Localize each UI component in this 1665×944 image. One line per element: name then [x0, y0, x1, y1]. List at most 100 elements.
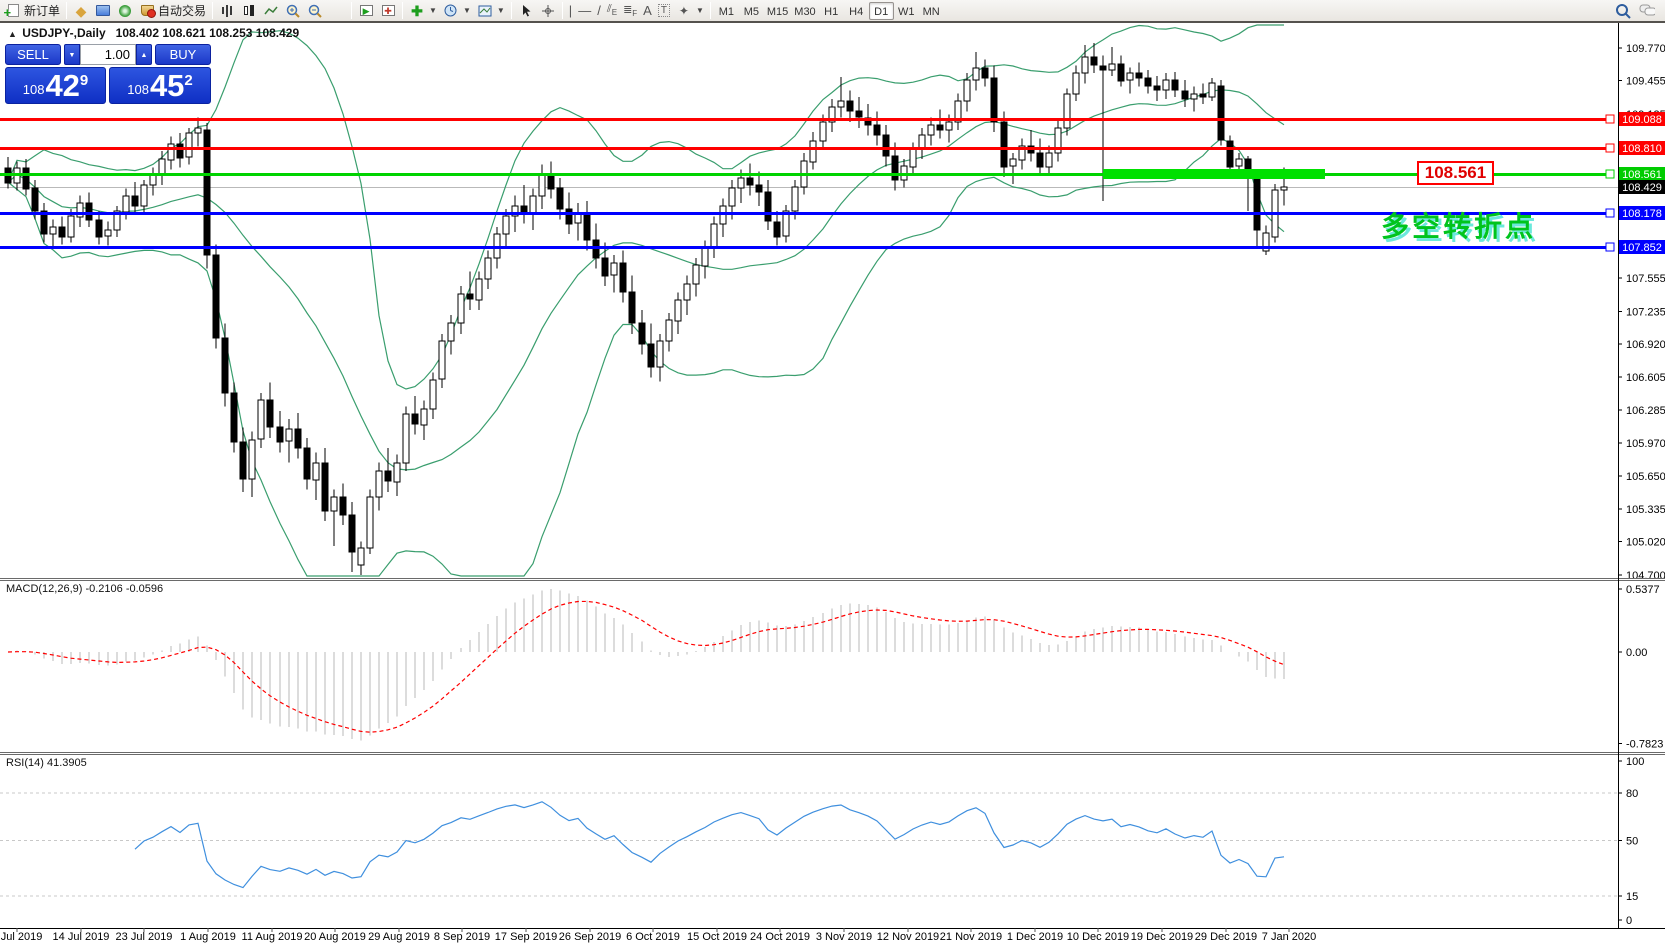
- auto-trading-label: 自动交易: [158, 2, 206, 19]
- new-order-icon: [5, 3, 21, 19]
- svg-text:3 Nov 2019: 3 Nov 2019: [816, 931, 872, 943]
- divider: [511, 2, 512, 19]
- svg-text:29 Aug 2019: 29 Aug 2019: [368, 931, 430, 943]
- symbol-period-title: USDJPY-,Daily: [22, 26, 105, 40]
- text-icon: A: [643, 3, 652, 18]
- buy-price-tile[interactable]: 108 45 2: [109, 67, 211, 104]
- svg-text:107.235: 107.235: [1626, 306, 1665, 318]
- timeframe-m30[interactable]: M30: [791, 2, 818, 20]
- signals-button[interactable]: [114, 1, 136, 21]
- zoom-in-button[interactable]: [282, 1, 304, 21]
- periods-button[interactable]: ▼: [440, 1, 474, 21]
- volume-increase-button[interactable]: ▲: [136, 44, 152, 65]
- trendline-tool[interactable]: /: [594, 1, 604, 21]
- svg-text:108.178: 108.178: [1622, 208, 1662, 220]
- shapes-tool[interactable]: ✦▼: [673, 1, 707, 21]
- svg-text:109.455: 109.455: [1626, 76, 1665, 88]
- svg-text:7 Jan 2020: 7 Jan 2020: [1262, 931, 1316, 943]
- svg-text:20 Aug 2019: 20 Aug 2019: [304, 931, 366, 943]
- zoom-out-icon: [307, 3, 323, 19]
- text-label-icon: T: [658, 4, 670, 17]
- svg-text:109.770: 109.770: [1626, 43, 1665, 55]
- chart-title-row: ▲ USDJPY-,Daily 108.402 108.621 108.253 …: [8, 26, 299, 40]
- tile-windows-button[interactable]: [326, 1, 348, 21]
- timeframe-h4[interactable]: H4: [844, 2, 869, 20]
- candlestick-button[interactable]: [238, 1, 260, 21]
- svg-text:4 Jul 2019: 4 Jul 2019: [0, 931, 42, 943]
- buy-button[interactable]: BUY: [155, 44, 211, 65]
- cursor-button[interactable]: [515, 1, 537, 21]
- new-order-button[interactable]: 新订单: [2, 1, 63, 21]
- indicators-button[interactable]: ✚▼: [406, 1, 440, 21]
- svg-text:106.920: 106.920: [1626, 339, 1665, 351]
- zoom-out-button[interactable]: [304, 1, 326, 21]
- fibonacci-tool[interactable]: ≣F: [620, 1, 640, 21]
- timeframe-w1[interactable]: W1: [894, 2, 919, 20]
- buy-price-point: 2: [184, 72, 192, 89]
- svg-text:1 Dec 2019: 1 Dec 2019: [1007, 931, 1063, 943]
- ohlc-readout: 108.402 108.621 108.253 108.429: [116, 26, 300, 40]
- svg-text:107.555: 107.555: [1626, 273, 1665, 285]
- horizontal-line-tool[interactable]: —: [575, 1, 594, 21]
- timeframe-m15[interactable]: M15: [764, 2, 791, 20]
- crosshair-button[interactable]: [537, 1, 559, 21]
- bar-chart-icon: [219, 3, 235, 19]
- collapse-panel-arrow[interactable]: ▲: [8, 29, 17, 39]
- sell-price-tile[interactable]: 108 42 9: [5, 67, 106, 104]
- svg-text:108.810: 108.810: [1622, 143, 1662, 155]
- market-watch-icon: ◆: [73, 3, 89, 19]
- auto-scroll-button[interactable]: ▶: [355, 1, 377, 21]
- svg-text:105.970: 105.970: [1626, 438, 1665, 450]
- svg-text:50: 50: [1626, 836, 1638, 848]
- candlestick-icon: [241, 3, 257, 19]
- sell-button[interactable]: SELL: [5, 44, 61, 65]
- market-watch-button[interactable]: ◆: [70, 1, 92, 21]
- auto-scroll-icon: ▶: [358, 3, 374, 19]
- svg-text:106.605: 106.605: [1626, 372, 1665, 384]
- timeframe-m1[interactable]: M1: [714, 2, 739, 20]
- line-chart-button[interactable]: [260, 1, 282, 21]
- divider: [562, 2, 563, 19]
- vertical-line-tool[interactable]: |: [566, 1, 575, 21]
- chart-window-button[interactable]: [92, 1, 114, 21]
- svg-text:109.088: 109.088: [1622, 114, 1662, 126]
- chart-window-icon: [95, 3, 111, 19]
- templates-icon: [477, 3, 493, 19]
- auto-trading-button[interactable]: 自动交易: [136, 1, 209, 21]
- svg-text:29 Dec 2019: 29 Dec 2019: [1195, 931, 1257, 943]
- volume-decrease-button[interactable]: ▼: [64, 44, 80, 65]
- horizontal-line-icon: —: [578, 3, 591, 18]
- text-label-tool[interactable]: T: [655, 1, 673, 21]
- turning-point-text[interactable]: 多空转折点: [1381, 205, 1536, 245]
- search-icon[interactable]: [1615, 3, 1631, 19]
- bar-chart-button[interactable]: [216, 1, 238, 21]
- cursor-icon: [518, 3, 534, 19]
- buy-price-pips: 45: [150, 72, 184, 100]
- svg-text:-0.7823: -0.7823: [1626, 739, 1663, 751]
- chart-shift-button[interactable]: ✚: [377, 1, 399, 21]
- price-level-callout[interactable]: 108.561: [1417, 161, 1494, 185]
- timeframe-mn[interactable]: MN: [919, 2, 944, 20]
- buy-price-figure: 108: [127, 82, 149, 97]
- svg-text:24 Oct 2019: 24 Oct 2019: [750, 931, 810, 943]
- timeframe-d1[interactable]: D1: [869, 2, 894, 20]
- svg-text:107.852: 107.852: [1622, 242, 1662, 254]
- tile-windows-icon: [329, 3, 345, 19]
- timeframe-m5[interactable]: M5: [739, 2, 764, 20]
- clock-icon: [443, 3, 459, 19]
- rsi-indicator-label: RSI(14) 41.3905: [6, 757, 87, 769]
- indicators-icon: ✚: [409, 3, 425, 19]
- timeframe-h1[interactable]: H1: [819, 2, 844, 20]
- zoom-in-icon: [285, 3, 301, 19]
- sell-price-point: 9: [80, 72, 88, 89]
- text-tool[interactable]: A: [640, 1, 655, 21]
- price-chart[interactable]: 109.770109.455109.135108.820108.505108.1…: [0, 0, 1665, 944]
- chat-icon[interactable]: [1639, 3, 1655, 19]
- svg-text:108.561: 108.561: [1622, 169, 1662, 181]
- svg-text:19 Dec 2019: 19 Dec 2019: [1131, 931, 1193, 943]
- channel-tool[interactable]: ⫽E: [604, 1, 620, 21]
- svg-text:100: 100: [1626, 756, 1644, 768]
- templates-button[interactable]: ▼: [474, 1, 508, 21]
- volume-input[interactable]: 1.00: [80, 44, 136, 65]
- svg-text:105.650: 105.650: [1626, 471, 1665, 483]
